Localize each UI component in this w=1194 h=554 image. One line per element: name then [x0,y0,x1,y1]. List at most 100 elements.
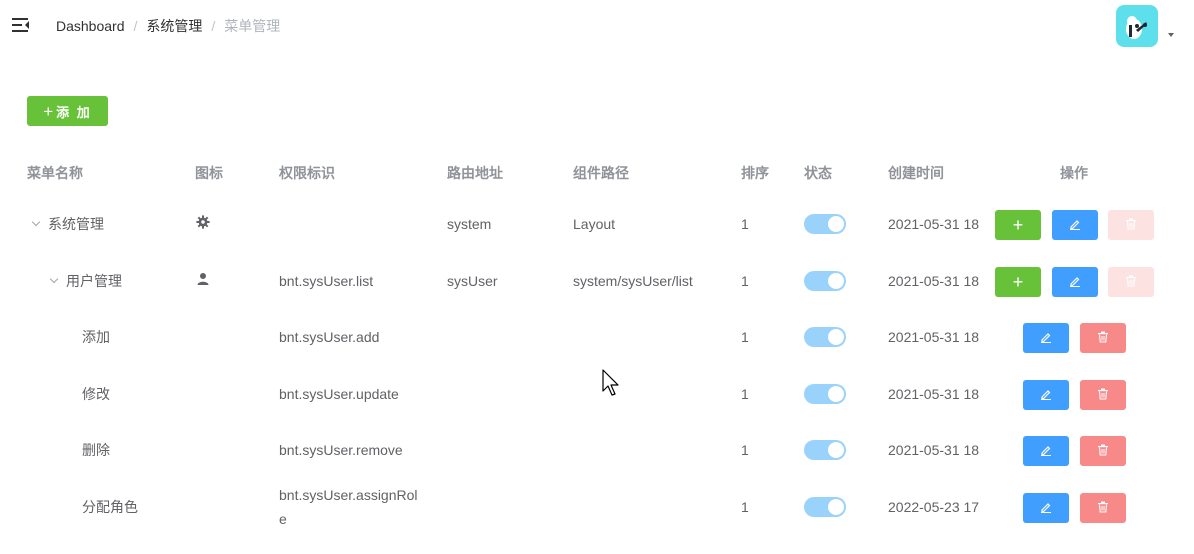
expand-arrow-icon[interactable] [30,217,44,231]
created-time: 2021-05-31 18 [888,385,980,402]
status-switch[interactable] [804,383,846,404]
hamburger-menu-icon[interactable] [12,17,30,33]
expand-arrow-icon[interactable] [48,274,62,288]
column-header-component: 组件路径 [573,165,629,181]
column-header-created: 创建时间 [888,165,944,181]
delete-button [1108,210,1154,240]
edit-button[interactable] [1023,323,1069,353]
menu-name-label: 系统管理 [48,216,104,232]
created-time: 2021-05-31 18 [888,272,980,289]
switch-knob [828,216,844,232]
gear-icon [196,215,210,229]
user-dropdown[interactable] [1116,5,1178,49]
edit-button[interactable] [1023,379,1069,410]
column-header-sort: 排序 [741,165,769,181]
breadcrumb-system[interactable]: 系统管理 [146,18,202,34]
edit-icon [1040,330,1052,346]
edit-icon [1069,217,1081,233]
breadcrumb: Dashboard / 系统管理 / 菜单管理 [56,18,280,34]
permission-value: bnt.sysUser.assignRol [279,486,418,503]
trash-icon [1125,217,1137,233]
sort-value: 1 [741,216,749,232]
plus-icon: + [1012,215,1024,235]
switch-knob [828,442,844,458]
user-avatar-image[interactable] [1116,5,1158,47]
permission-value-wrap: e [279,510,287,527]
sort-value: 1 [741,385,749,402]
delete-button[interactable] [1080,492,1126,523]
permission-value: bnt.sysUser.update [279,385,399,402]
breadcrumb-dashboard[interactable]: Dashboard [56,18,125,34]
delete-button[interactable] [1080,436,1126,466]
edit-icon [1040,387,1052,403]
sort-value: 1 [741,272,749,289]
permission-value: bnt.sysUser.add [279,329,380,345]
menu-name: 系统管理 [30,216,104,232]
trash-icon [1097,387,1109,403]
status-switch[interactable] [804,270,846,291]
user-icon [196,272,210,286]
table-row: 分配角色 bnt.sysUser.assignRol e 1 2022-05-23 17 [0,479,1194,545]
menu-name-label: 修改 [82,385,110,402]
table-row: 用户管理 bnt.sysUser.list sysUser system/sysUse… [0,253,1194,310]
created-time: 2022-05-23 17 [888,498,980,515]
edit-button[interactable] [1023,492,1069,523]
created-time: 2021-05-31 18 [888,216,980,232]
menu-table: 菜单名称 图标 权限标识 路由地址 组件路径 排序 状态 创建时间 操作 系统管… [0,150,1194,545]
table-body: 系统管理 system Layout 1 2021-05-31 18 + 用户管理 bnt.s… [0,196,1194,545]
add-child-button[interactable]: + [995,210,1041,240]
component-value: Layout [573,216,616,232]
sort-value: 1 [741,442,749,458]
menu-name-label: 添加 [82,329,110,345]
switch-knob [828,329,844,345]
trash-icon [1097,330,1109,346]
plus-icon: + [1012,271,1024,292]
table-row: 修改 bnt.sysUser.update 1 2021-05-31 18 [0,366,1194,423]
status-switch[interactable] [804,496,846,517]
column-header-status: 状态 [804,165,832,181]
edit-button[interactable] [1023,436,1069,466]
column-header-icon: 图标 [195,165,223,181]
edit-button[interactable] [1052,210,1098,240]
column-header-actions: 操作 [1060,165,1088,181]
permission-value: bnt.sysUser.list [279,272,374,289]
status-switch[interactable] [804,327,846,347]
route-value: sysUser [447,272,498,289]
trash-icon [1097,500,1109,516]
trash-icon [1125,274,1137,290]
column-header-permission: 权限标识 [279,165,335,181]
add-child-button[interactable]: + [995,266,1041,297]
sort-value: 1 [741,498,749,515]
table-row: 删除 bnt.sysUser.remove 1 2021-05-31 18 [0,422,1194,479]
switch-knob [828,385,844,402]
add-button-label: 添 加 [56,104,92,120]
route-value: system [447,216,492,232]
delete-button [1108,266,1154,297]
menu-name-label: 用户管理 [66,272,122,289]
created-time: 2021-05-31 18 [888,329,980,345]
menu-name-label: 删除 [82,442,110,458]
navbar: Dashboard / 系统管理 / 菜单管理 [0,0,1194,52]
created-time: 2021-05-31 18 [888,442,980,458]
edit-icon [1069,274,1081,290]
delete-button[interactable] [1080,323,1126,353]
column-header-route: 路由地址 [447,165,503,181]
delete-button[interactable] [1080,379,1126,410]
breadcrumb-separator: / [133,18,138,34]
edit-icon [1040,500,1052,516]
edit-button[interactable] [1052,266,1098,297]
menu-name: 用户管理 [48,273,122,289]
status-switch[interactable] [804,440,846,460]
trash-icon [1097,443,1109,459]
add-button[interactable]: + 添 加 [27,96,108,126]
switch-knob [828,272,844,289]
table-row: 添加 bnt.sysUser.add 1 2021-05-31 18 [0,309,1194,366]
status-switch[interactable] [804,214,846,234]
component-value: system/sysUser/list [573,272,693,289]
breadcrumb-separator: / [211,18,216,34]
caret-down-icon[interactable] [1168,33,1174,37]
switch-knob [828,498,844,515]
table-header: 菜单名称 图标 权限标识 路由地址 组件路径 排序 状态 创建时间 操作 [0,150,1194,196]
menu-name-label: 分配角色 [82,498,138,515]
plus-icon: + [43,101,54,121]
